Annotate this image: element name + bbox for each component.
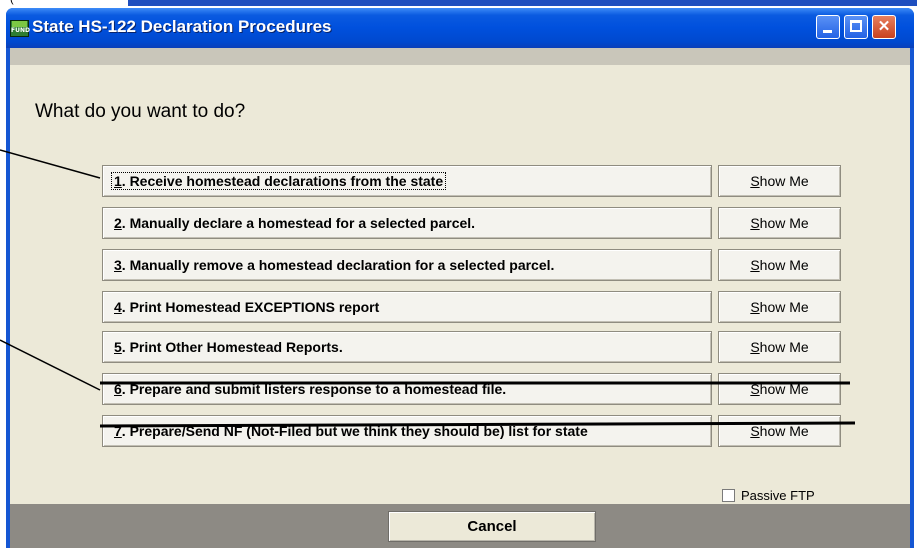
strikethrough-line-7 (99, 421, 856, 428)
annotation-overlay (0, 149, 856, 428)
callout-line-1 (0, 149, 101, 179)
callout-line-2 (0, 339, 101, 391)
